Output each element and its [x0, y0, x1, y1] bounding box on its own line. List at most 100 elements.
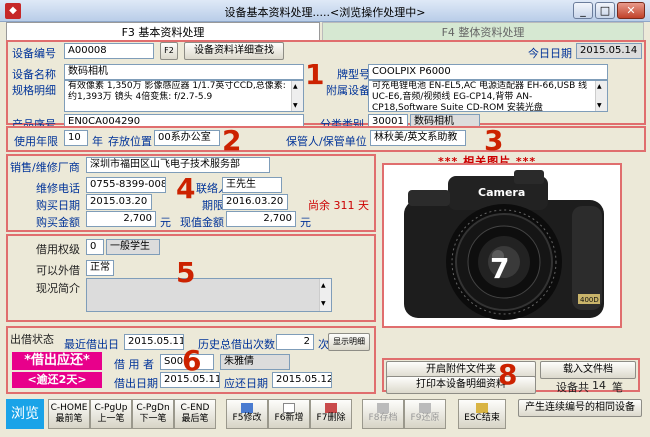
- phone-label: 维修电话: [36, 182, 80, 195]
- accessory-label: 附属设备: [326, 84, 370, 97]
- total-label: 历史总借出次数: [198, 338, 275, 351]
- generate-serial-copy-button[interactable]: 产生连续编号的相同设备: [518, 399, 642, 417]
- spec-scrollbar[interactable]: [291, 81, 303, 111]
- delete-button[interactable]: F7删除: [310, 399, 352, 429]
- years-label: 使用年限: [14, 135, 58, 148]
- save-button[interactable]: F8存档: [362, 399, 404, 429]
- marker-5: 5: [176, 256, 196, 289]
- intro-scrollbar[interactable]: [319, 279, 331, 311]
- today-label: 今日日期: [528, 47, 572, 60]
- load-document-button[interactable]: 载入文件档: [540, 361, 636, 379]
- warranty-field[interactable]: 2016.03.20: [222, 194, 288, 210]
- current-label: 现值金额: [180, 216, 224, 229]
- vendor-label: 销售/维修厂商: [10, 161, 80, 174]
- amount-label: 购买金额: [36, 216, 80, 229]
- prev-record-button[interactable]: C-PgUp 上一笔: [90, 399, 132, 429]
- restore-label: F9还原: [410, 413, 440, 423]
- restore-button[interactable]: F9还原: [404, 399, 446, 429]
- accessory-scrollbar[interactable]: [595, 81, 607, 111]
- lendable-field[interactable]: 正常: [86, 260, 114, 276]
- keeper-field[interactable]: 林秋美/英文系助教: [370, 130, 466, 146]
- brand-field[interactable]: COOLPIX P6000: [368, 64, 608, 80]
- exit-button[interactable]: ESC结束: [458, 399, 506, 429]
- marker-7: 7: [490, 252, 510, 285]
- phone-field[interactable]: 0755-8399-0081: [86, 177, 166, 193]
- overdue-alert: *借出应还*: [12, 352, 102, 370]
- borrower-name-field: 朱雅倩: [220, 354, 290, 370]
- years-field[interactable]: 10: [64, 130, 88, 146]
- prev-record-label: 上一笔: [97, 414, 125, 424]
- next-record-button[interactable]: C-PgDn 下一笔: [132, 399, 174, 429]
- equip-count: 14: [592, 379, 606, 392]
- amount-field[interactable]: 2,700: [86, 211, 156, 227]
- level-name-field: 一般学生: [106, 239, 160, 255]
- last-record-label: 最后笔: [181, 414, 209, 424]
- accessory-text: 可充电锂电池 EN-EL5,AC 电源适配器 EH-66,USB 线 UC-E6…: [372, 81, 588, 112]
- camera-image: Camera 400D: [404, 170, 604, 320]
- buy-date-field[interactable]: 2015.03.20: [86, 194, 152, 210]
- first-record-button[interactable]: C-HOME 最前笔: [48, 399, 90, 429]
- intro-label: 现况简介: [36, 282, 80, 295]
- buy-date-label: 购买日期: [36, 199, 80, 212]
- level-code-field[interactable]: 0: [86, 239, 104, 255]
- prev-record-key: C-PgUp: [94, 403, 128, 413]
- vendor-field[interactable]: 深圳市福田区山飞电子技术服务部: [86, 157, 270, 173]
- new-button[interactable]: F6新增: [268, 399, 310, 429]
- marker-1: 1: [305, 58, 325, 91]
- level-label: 借用权级: [36, 243, 80, 256]
- window-title: 设备基本资料处理.....<浏览操作处理中>: [224, 6, 426, 19]
- equip-no-label: 设备编号: [12, 47, 56, 60]
- current-field[interactable]: 2,700: [226, 211, 296, 227]
- marker-8: 8: [498, 358, 518, 391]
- maximize-button[interactable]: □: [595, 2, 615, 19]
- next-record-label: 下一笔: [139, 414, 167, 424]
- brand-label: 牌型号: [337, 68, 370, 81]
- save-label: F8存档: [368, 413, 398, 423]
- edit-label: F5修改: [232, 413, 262, 423]
- last-record-button[interactable]: C-END 最后笔: [174, 399, 216, 429]
- keeper-label: 保管人/保管单位: [286, 135, 367, 148]
- spec-label: 规格明细: [12, 84, 56, 97]
- restore-icon: [419, 403, 431, 413]
- warranty-label: 期限: [202, 199, 224, 212]
- minimize-button[interactable]: _: [573, 2, 593, 19]
- next-record-key: C-PgDn: [136, 403, 170, 413]
- total-field: 2: [276, 334, 314, 350]
- camera-model-text: 400D: [580, 296, 599, 304]
- delete-label: F7删除: [316, 413, 346, 423]
- contact-field[interactable]: 王先生: [222, 177, 282, 193]
- location-field[interactable]: 00系办公室: [154, 130, 220, 146]
- intro-field[interactable]: [86, 278, 332, 312]
- last-date-field: 2015.05.11: [124, 334, 184, 350]
- equip-no-field[interactable]: A00008: [64, 43, 154, 59]
- first-record-label: 最前笔: [55, 414, 83, 424]
- location-label: 存放位置: [108, 135, 152, 148]
- equip-count-label: 设备共: [556, 381, 589, 394]
- years-unit: 年: [92, 135, 103, 148]
- spec-text: 有效像素 1,350万 影像感应器 1/1.7英寸CCD,总像素: 约1,393…: [68, 81, 286, 102]
- marker-6: 6: [182, 344, 202, 377]
- status-label: 出借状态: [10, 333, 54, 346]
- detail-lookup-button[interactable]: 设备资料详细查找: [184, 42, 284, 60]
- close-button[interactable]: ✕: [617, 2, 645, 19]
- spec-field[interactable]: 有效像素 1,350万 影像感应器 1/1.7英寸CCD,总像素: 约1,393…: [64, 80, 304, 112]
- browse-mode-indicator: 浏览: [6, 399, 44, 429]
- accessory-field[interactable]: 可充电锂电池 EN-EL5,AC 电源适配器 EH-66,USB 线 UC-E6…: [368, 80, 608, 112]
- tab-overall-data[interactable]: F4 整体资料处理: [322, 22, 644, 42]
- last-record-key: C-END: [180, 403, 210, 413]
- edit-button[interactable]: F5修改: [226, 399, 268, 429]
- first-record-key: C-HOME: [50, 403, 88, 413]
- tab-basic-data[interactable]: F3 基本资料处理: [6, 22, 320, 42]
- exit-icon: [476, 403, 488, 413]
- due-date-field: 2015.05.12: [272, 372, 332, 388]
- lendable-label: 可以外借: [36, 264, 80, 277]
- lend-date-label: 借出日期: [114, 377, 158, 390]
- save-icon: [377, 403, 389, 413]
- f2-lookup-button[interactable]: F2: [160, 42, 178, 60]
- amount-unit: 元: [160, 216, 171, 229]
- last-date-label: 最近借出日: [64, 338, 119, 351]
- name-field[interactable]: 数码相机: [64, 64, 304, 80]
- delete-icon: [325, 403, 337, 413]
- show-detail-button[interactable]: 显示明细: [328, 333, 370, 351]
- camera-brand-text: Camera: [478, 186, 525, 199]
